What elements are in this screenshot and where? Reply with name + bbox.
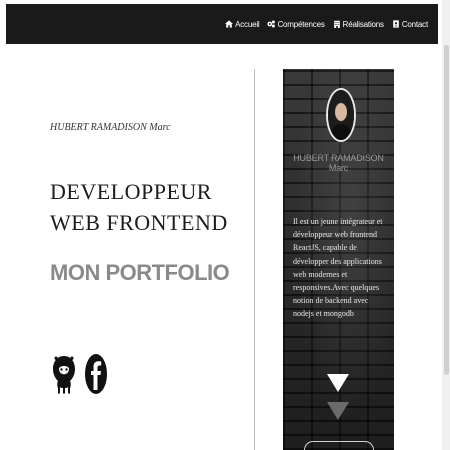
facebook-link[interactable]	[84, 352, 108, 396]
nav-item-label: Compétences	[277, 19, 325, 29]
nav-item-label: Accueil	[235, 19, 260, 29]
profile-photo-icon	[328, 90, 354, 140]
card-button[interactable]	[304, 441, 374, 450]
scrollbar-thumb[interactable]	[444, 45, 449, 375]
portfolio-heading: MON PORTFOLIO	[50, 260, 230, 285]
github-link[interactable]	[52, 352, 76, 396]
nav-links: Accueil Compétences Réalisations Contact	[217, 4, 428, 44]
nav-item-realisations[interactable]: Réalisations	[333, 20, 384, 29]
gears-icon	[267, 20, 276, 28]
card-bio: Il est un jeune intégrateur et développe…	[293, 217, 383, 319]
triangle-down-icon[interactable]	[327, 374, 349, 392]
github-icon	[53, 356, 75, 394]
page-title: DEVELOPPEUR WEB FRONTEND	[50, 179, 228, 235]
author-name: HUBERT RAMADISON Marc	[50, 122, 171, 133]
top-navbar: Accueil Compétences Réalisations Contact	[6, 4, 438, 44]
card-author-name: HUBERT RAMADISON Marc	[293, 153, 384, 173]
nav-item-contact[interactable]: Contact	[392, 20, 428, 29]
home-icon	[225, 20, 234, 28]
nav-item-label: Réalisations	[342, 19, 384, 29]
profile-card: HUBERT RAMADISON Marc Il est un jeune in…	[283, 69, 394, 450]
nav-item-label: Contact	[401, 19, 428, 29]
nav-item-competences[interactable]: Compétences	[267, 19, 325, 29]
facebook-icon	[85, 354, 107, 394]
avatar	[326, 88, 356, 142]
address-book-icon	[393, 20, 399, 28]
vertical-divider	[254, 69, 255, 450]
social-links	[52, 352, 116, 396]
triangle-down-icon[interactable]	[327, 402, 349, 420]
scrollbar[interactable]	[442, 0, 450, 450]
building-icon	[333, 20, 340, 28]
nav-item-accueil[interactable]: Accueil	[225, 19, 260, 29]
